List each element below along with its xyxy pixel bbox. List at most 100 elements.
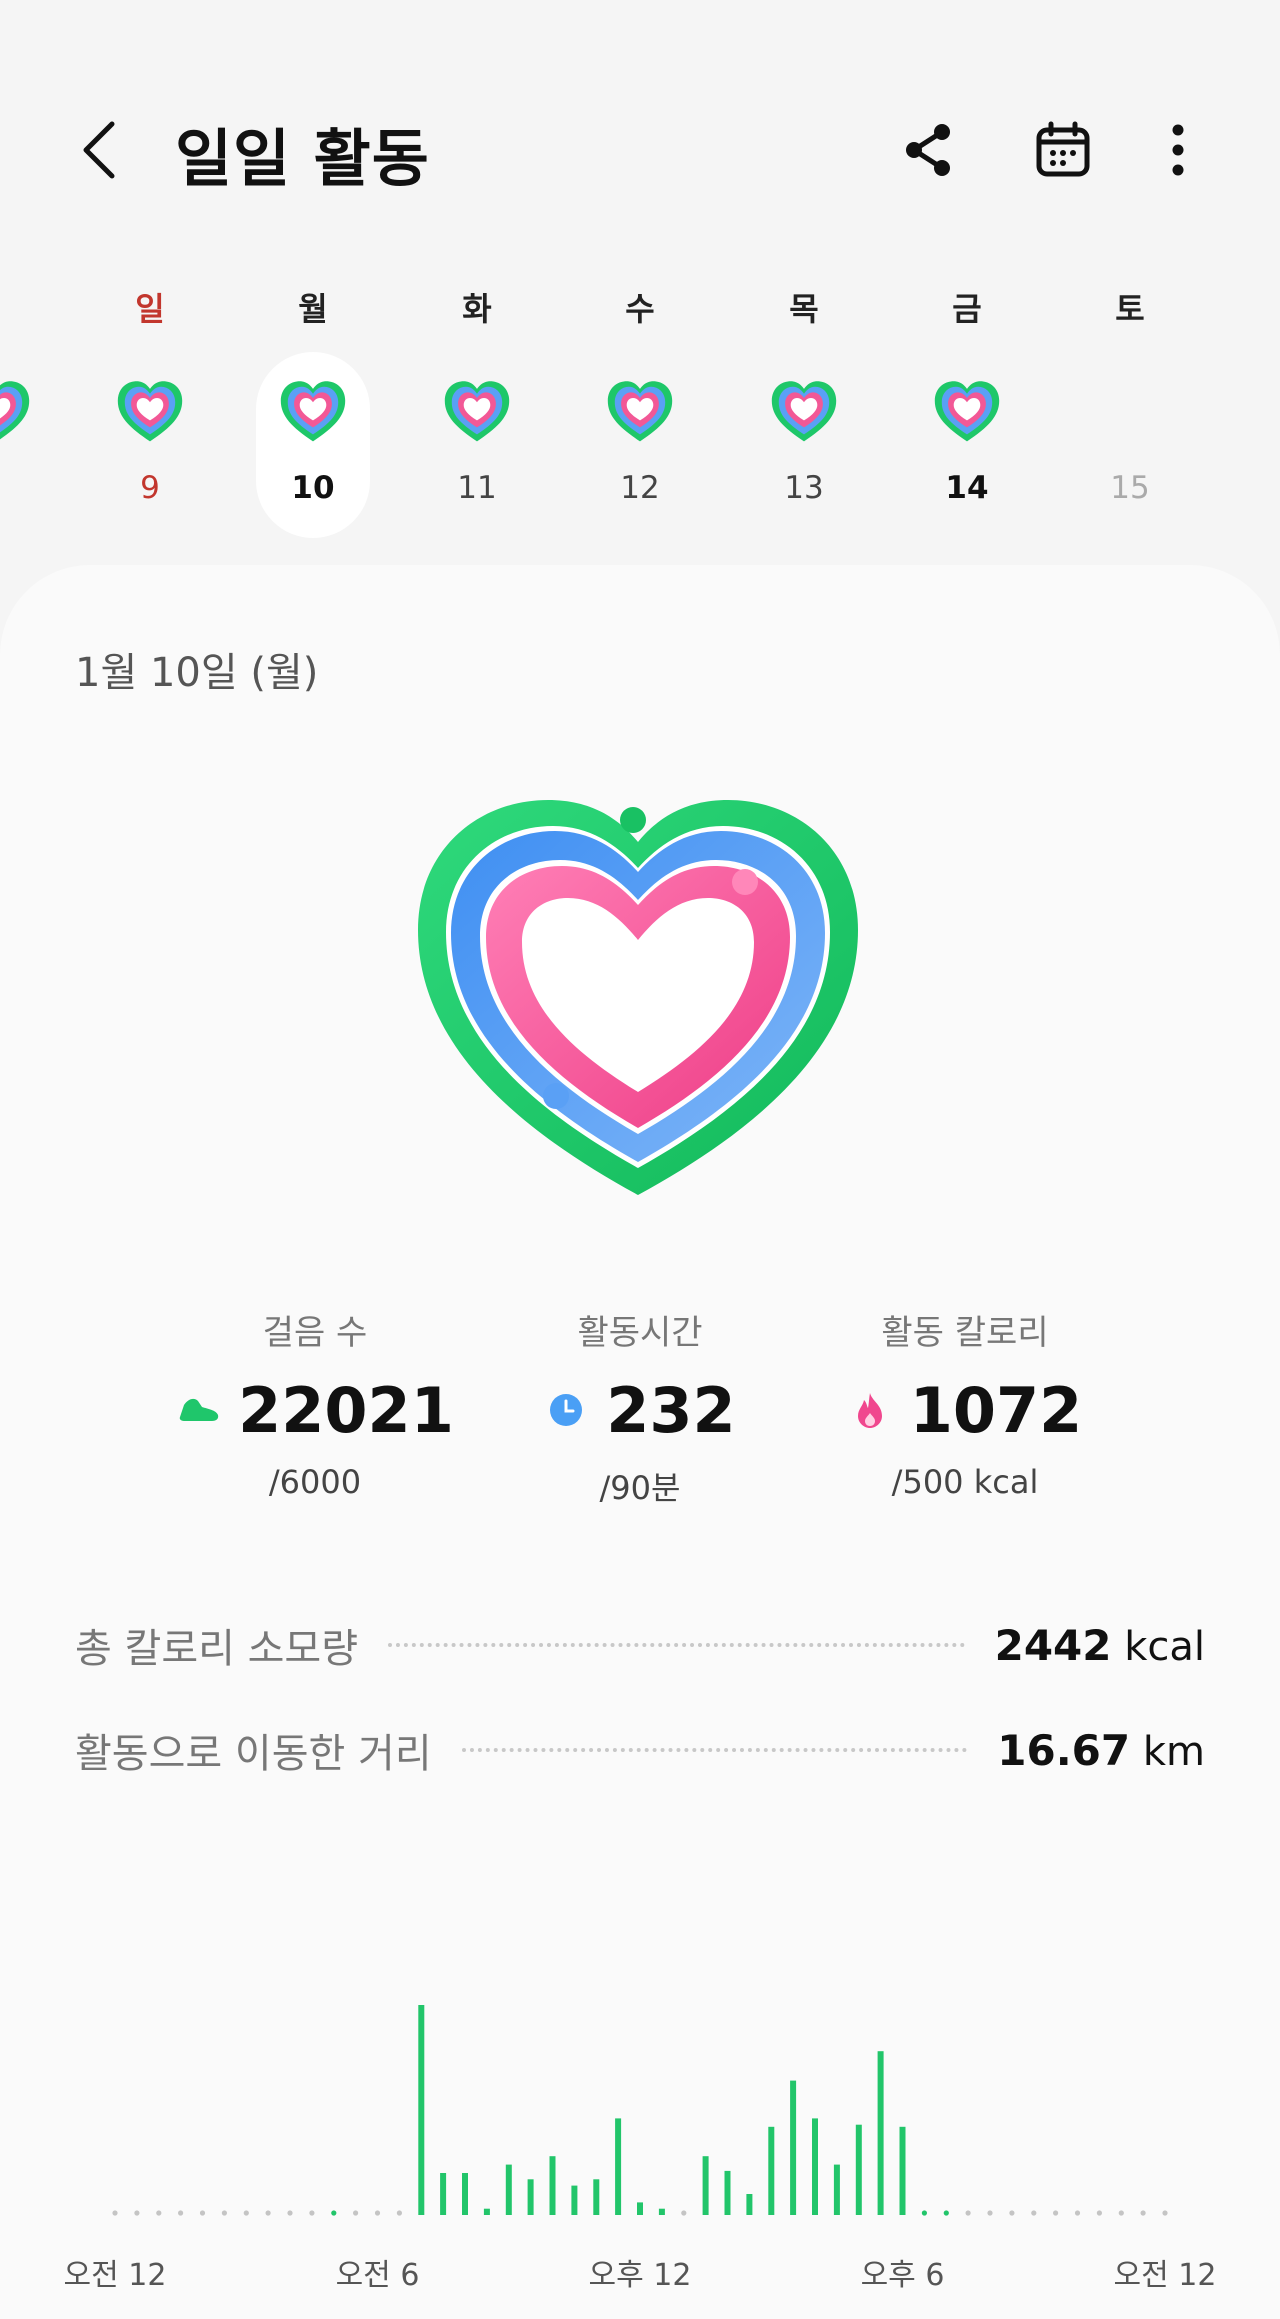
chart-bar — [658, 2208, 665, 2215]
day-number: 14 — [945, 470, 989, 506]
distance-value: 16.67 km — [997, 1725, 1205, 1775]
chart-baseline-dot — [287, 2210, 293, 2216]
chart-bar — [877, 2051, 884, 2215]
chart-bar — [724, 2170, 731, 2215]
steps-value: 22021 — [238, 1373, 454, 1447]
date-heading: 1월 10일 (월) — [75, 650, 319, 696]
x-tick-label: 오후 12 — [588, 2258, 692, 2293]
hourly-steps-chart: 오전 12 오전 6 오후 12 오후 6 오전 12 — [0, 1985, 1280, 2319]
chart-bar — [702, 2156, 709, 2215]
steps-label: 걸음 수 — [262, 1313, 368, 1353]
day-monday[interactable]: 월 10 — [256, 280, 370, 540]
total-calories-label: 총 칼로리 소모량 — [75, 1626, 359, 1672]
x-tick-label: 오후 6 — [860, 2258, 945, 2293]
active-calories-label: 활동 칼로리 — [881, 1313, 1049, 1353]
chart-baseline-dot — [396, 2210, 402, 2216]
x-tick-label: 오전 6 — [335, 2258, 420, 2293]
chart-baseline-dot — [965, 2210, 971, 2216]
total-calories-row: 총 칼로리 소모량 2442 kcal — [75, 1615, 1205, 1675]
heart-ring-icon — [771, 381, 837, 442]
activity-heart-rings — [418, 800, 858, 1195]
steps-stat[interactable]: 걸음 수 22021 /6000 — [155, 1305, 475, 1501]
day-number: 9 — [140, 470, 160, 506]
back-button[interactable] — [70, 110, 130, 190]
chart-bar — [833, 2164, 840, 2215]
chart-bar — [571, 2185, 578, 2215]
active-time-value: 232 — [606, 1373, 736, 1447]
active-calories-value: 1072 — [909, 1373, 1083, 1447]
active-calories-stat[interactable]: 활동 칼로리 1072 /500 kcal — [805, 1305, 1125, 1501]
chart-baseline-dot — [221, 2210, 227, 2216]
flame-icon — [848, 1388, 892, 1432]
chart-bar — [812, 2118, 818, 2215]
dotted-leader — [461, 1748, 968, 1752]
chart-baseline-dot — [353, 2210, 359, 2216]
chart-baseline-dot — [265, 2210, 271, 2216]
day-label: 일 — [135, 290, 165, 328]
chart-bar — [549, 2156, 556, 2215]
heart-ring-icon — [280, 381, 346, 442]
chart-baseline-dot — [1074, 2210, 1081, 2216]
chart-bar — [462, 2173, 468, 2215]
app-header: 일일 활동 — [0, 0, 1280, 230]
calendar-icon — [1036, 121, 1090, 177]
heart-ring-icon — [607, 381, 673, 442]
day-wednesday[interactable]: 수 12 — [583, 280, 697, 540]
chart-bar — [331, 2210, 337, 2216]
day-label: 수 — [625, 290, 655, 328]
calendar-button[interactable] — [1025, 112, 1101, 188]
more-vertical-icon — [1172, 124, 1184, 176]
chart-baseline-dot — [243, 2210, 249, 2216]
dotted-leader — [388, 1643, 965, 1647]
chart-bar — [637, 2202, 643, 2215]
day-label: 목 — [789, 290, 819, 328]
chart-bar — [593, 2179, 600, 2215]
chart-baseline-dot — [134, 2210, 140, 2216]
chart-bar — [921, 2210, 928, 2216]
steps-goal: /6000 — [268, 1463, 362, 1501]
shoe-icon — [176, 1388, 220, 1432]
share-icon — [906, 124, 950, 176]
chart-baseline-dot — [1096, 2210, 1102, 2216]
day-number: 11 — [457, 470, 497, 506]
day-thursday[interactable]: 목 13 — [747, 280, 861, 540]
chart-baseline-dot — [178, 2210, 184, 2216]
chart-bar — [790, 2080, 797, 2215]
chart-bar — [505, 2164, 512, 2215]
more-options-button[interactable] — [1140, 112, 1216, 188]
hourly-steps-chart-svg — [112, 2005, 1168, 2216]
chart-baseline-dot — [156, 2210, 162, 2216]
previous-day-heart-icon — [0, 381, 30, 440]
day-label: 월 — [298, 290, 328, 328]
day-label: 화 — [462, 290, 492, 328]
chart-bar — [615, 2118, 622, 2215]
chart-baseline-dot — [1118, 2210, 1124, 2216]
chart-bar — [746, 2194, 753, 2215]
week-selector: 일 9 월 10 화 11 수 12 목 13 금 14 토 15 — [0, 280, 1280, 540]
share-button[interactable] — [890, 112, 966, 188]
chart-bar — [483, 2208, 490, 2215]
chart-baseline-dot — [309, 2210, 315, 2216]
day-number: 10 — [291, 470, 335, 506]
chart-bar — [899, 2126, 906, 2215]
chevron-left-icon — [83, 121, 115, 179]
heart-ring-icon — [934, 381, 1000, 442]
active-time-label: 활동시간 — [577, 1313, 703, 1353]
chart-baseline-dot — [112, 2210, 118, 2216]
day-number: 15 — [1110, 470, 1150, 506]
active-time-stat[interactable]: 활동시간 232 /90분 — [480, 1305, 800, 1509]
chart-bar — [768, 2126, 775, 2215]
heart-ring-icon — [444, 381, 510, 442]
day-tuesday[interactable]: 화 11 — [420, 280, 534, 540]
chart-bar — [943, 2210, 949, 2216]
chart-baseline-dot — [1162, 2210, 1168, 2216]
daily-activity-card: 1월 10일 (월) 걸음 수 22021 /6000 활동시간 232 /90… — [0, 565, 1280, 2319]
chart-baseline-dot — [1140, 2210, 1146, 2216]
day-sunday[interactable]: 일 9 — [93, 280, 207, 540]
active-time-goal: /90분 — [599, 1469, 681, 1507]
day-friday[interactable]: 금 14 — [910, 280, 1024, 540]
day-label: 금 — [952, 290, 982, 328]
chart-baseline-dot — [374, 2210, 381, 2216]
chart-baseline-dot — [987, 2210, 993, 2216]
day-label: 토 — [1115, 290, 1145, 328]
